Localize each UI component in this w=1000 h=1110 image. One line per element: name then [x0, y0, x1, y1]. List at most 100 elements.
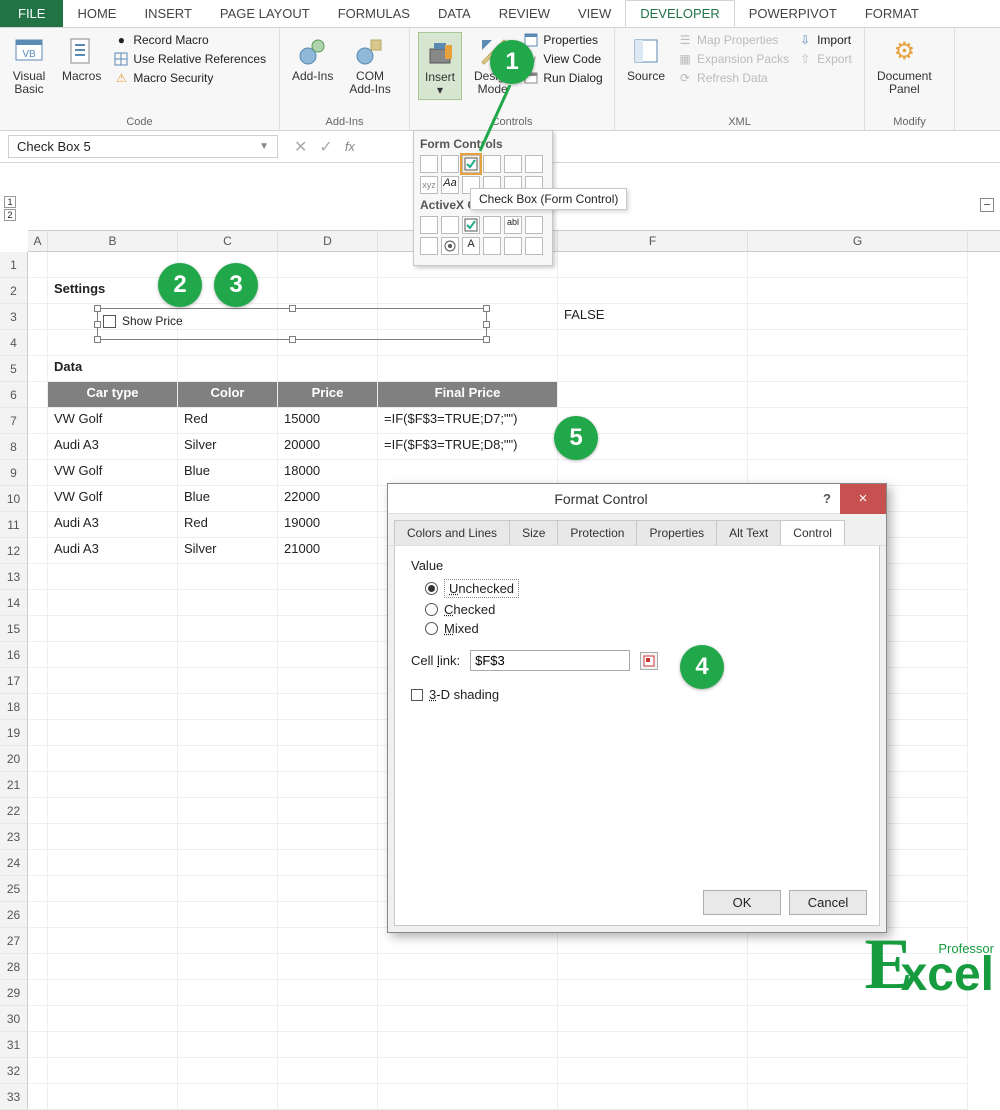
list-control-icon[interactable]: [504, 155, 522, 173]
name-box[interactable]: Check Box 5▼: [8, 135, 278, 158]
cell[interactable]: [748, 330, 968, 356]
com-addins-button[interactable]: COM Add-Ins: [345, 32, 394, 98]
row-header[interactable]: 21: [0, 772, 28, 798]
cell[interactable]: [278, 1032, 378, 1058]
cell[interactable]: [178, 564, 278, 590]
cell[interactable]: Audi A3: [48, 538, 178, 564]
cell[interactable]: [28, 252, 48, 278]
properties-button[interactable]: Properties: [523, 32, 602, 48]
cell[interactable]: [178, 824, 278, 850]
ok-button[interactable]: OK: [703, 890, 781, 915]
cell[interactable]: [48, 252, 178, 278]
cell[interactable]: 18000: [278, 460, 378, 486]
ax-combo-icon[interactable]: [441, 216, 459, 234]
export-button[interactable]: ⇧Export: [797, 51, 852, 67]
cell[interactable]: [28, 694, 48, 720]
dialog-close-button[interactable]: ×: [840, 484, 886, 514]
ax-more-icon[interactable]: [525, 237, 543, 255]
cell[interactable]: [748, 304, 968, 330]
cell[interactable]: [28, 1084, 48, 1110]
ax-option-icon[interactable]: [441, 237, 459, 255]
group-control-icon[interactable]: xyz: [420, 176, 438, 194]
row-header[interactable]: 6: [0, 382, 28, 408]
tab-powerpivot[interactable]: POWERPIVOT: [735, 0, 851, 27]
cell[interactable]: [28, 304, 48, 330]
ax-spin-icon[interactable]: [420, 237, 438, 255]
cell[interactable]: [28, 330, 48, 356]
ax-scroll-icon[interactable]: [525, 216, 543, 234]
cell[interactable]: [178, 1058, 278, 1084]
cell[interactable]: [178, 980, 278, 1006]
cell[interactable]: [48, 616, 178, 642]
row-header[interactable]: 29: [0, 980, 28, 1006]
row-header[interactable]: 19: [0, 720, 28, 746]
ax-image-icon[interactable]: [483, 237, 501, 255]
cell[interactable]: Red: [178, 408, 278, 434]
cell[interactable]: =IF($F$3=TRUE;D8;""): [378, 434, 558, 460]
addins-button[interactable]: Add-Ins: [288, 32, 337, 85]
cell[interactable]: [48, 824, 178, 850]
cell[interactable]: 20000: [278, 434, 378, 460]
cell[interactable]: [28, 746, 48, 772]
row-header[interactable]: 12: [0, 538, 28, 564]
cell[interactable]: [748, 278, 968, 304]
cell[interactable]: [28, 772, 48, 798]
fx-icon[interactable]: fx: [341, 139, 359, 154]
outline-level-2[interactable]: 2: [4, 209, 16, 221]
col-header-f[interactable]: F: [558, 231, 748, 251]
cell[interactable]: [178, 1006, 278, 1032]
cell[interactable]: [178, 876, 278, 902]
radio-mixed[interactable]: Mixed: [425, 621, 863, 636]
insert-controls-button[interactable]: Insert▾: [418, 32, 462, 100]
cell[interactable]: 15000: [278, 408, 378, 434]
row-header[interactable]: 14: [0, 590, 28, 616]
source-button[interactable]: Source: [623, 32, 669, 85]
row-header[interactable]: 10: [0, 486, 28, 512]
cell[interactable]: [178, 928, 278, 954]
cell-link-input[interactable]: [470, 650, 630, 671]
checkbox-control-icon[interactable]: [462, 155, 480, 173]
option-control-icon[interactable]: [525, 155, 543, 173]
cell[interactable]: Blue: [178, 460, 278, 486]
cell[interactable]: [558, 278, 748, 304]
row-header[interactable]: 9: [0, 460, 28, 486]
row-header[interactable]: 26: [0, 902, 28, 928]
cell[interactable]: [28, 564, 48, 590]
cell[interactable]: [278, 668, 378, 694]
dlg-tab-control[interactable]: Control: [780, 520, 845, 545]
cell[interactable]: [28, 1058, 48, 1084]
cell[interactable]: [748, 252, 968, 278]
col-header-g[interactable]: G: [748, 231, 968, 251]
cell[interactable]: Data: [48, 356, 178, 382]
cell[interactable]: [178, 356, 278, 382]
cell[interactable]: [748, 434, 968, 460]
cell[interactable]: [178, 954, 278, 980]
cell[interactable]: [558, 980, 748, 1006]
view-code-button[interactable]: wView Code: [523, 51, 602, 67]
cell[interactable]: [48, 746, 178, 772]
dlg-tab-alttext[interactable]: Alt Text: [716, 520, 781, 545]
cell[interactable]: [278, 252, 378, 278]
cell[interactable]: 19000: [278, 512, 378, 538]
cell[interactable]: [278, 954, 378, 980]
enter-icon[interactable]: ✓: [319, 137, 332, 157]
cell[interactable]: VW Golf: [48, 486, 178, 512]
row-header[interactable]: 11: [0, 512, 28, 538]
cell[interactable]: [48, 642, 178, 668]
cell[interactable]: [278, 1006, 378, 1032]
cell[interactable]: [748, 1006, 968, 1032]
row-header[interactable]: 27: [0, 928, 28, 954]
cell[interactable]: [278, 720, 378, 746]
form-control-checkbox[interactable]: Show Price: [97, 308, 487, 340]
refresh-data-button[interactable]: ⟳Refresh Data: [677, 70, 789, 86]
row-header[interactable]: 7: [0, 408, 28, 434]
cell[interactable]: [178, 746, 278, 772]
cell[interactable]: Silver: [178, 434, 278, 460]
cell[interactable]: [28, 980, 48, 1006]
cell[interactable]: [178, 590, 278, 616]
cell[interactable]: [278, 616, 378, 642]
row-header[interactable]: 20: [0, 746, 28, 772]
cell[interactable]: [48, 668, 178, 694]
cell[interactable]: [178, 850, 278, 876]
cell[interactable]: [278, 876, 378, 902]
